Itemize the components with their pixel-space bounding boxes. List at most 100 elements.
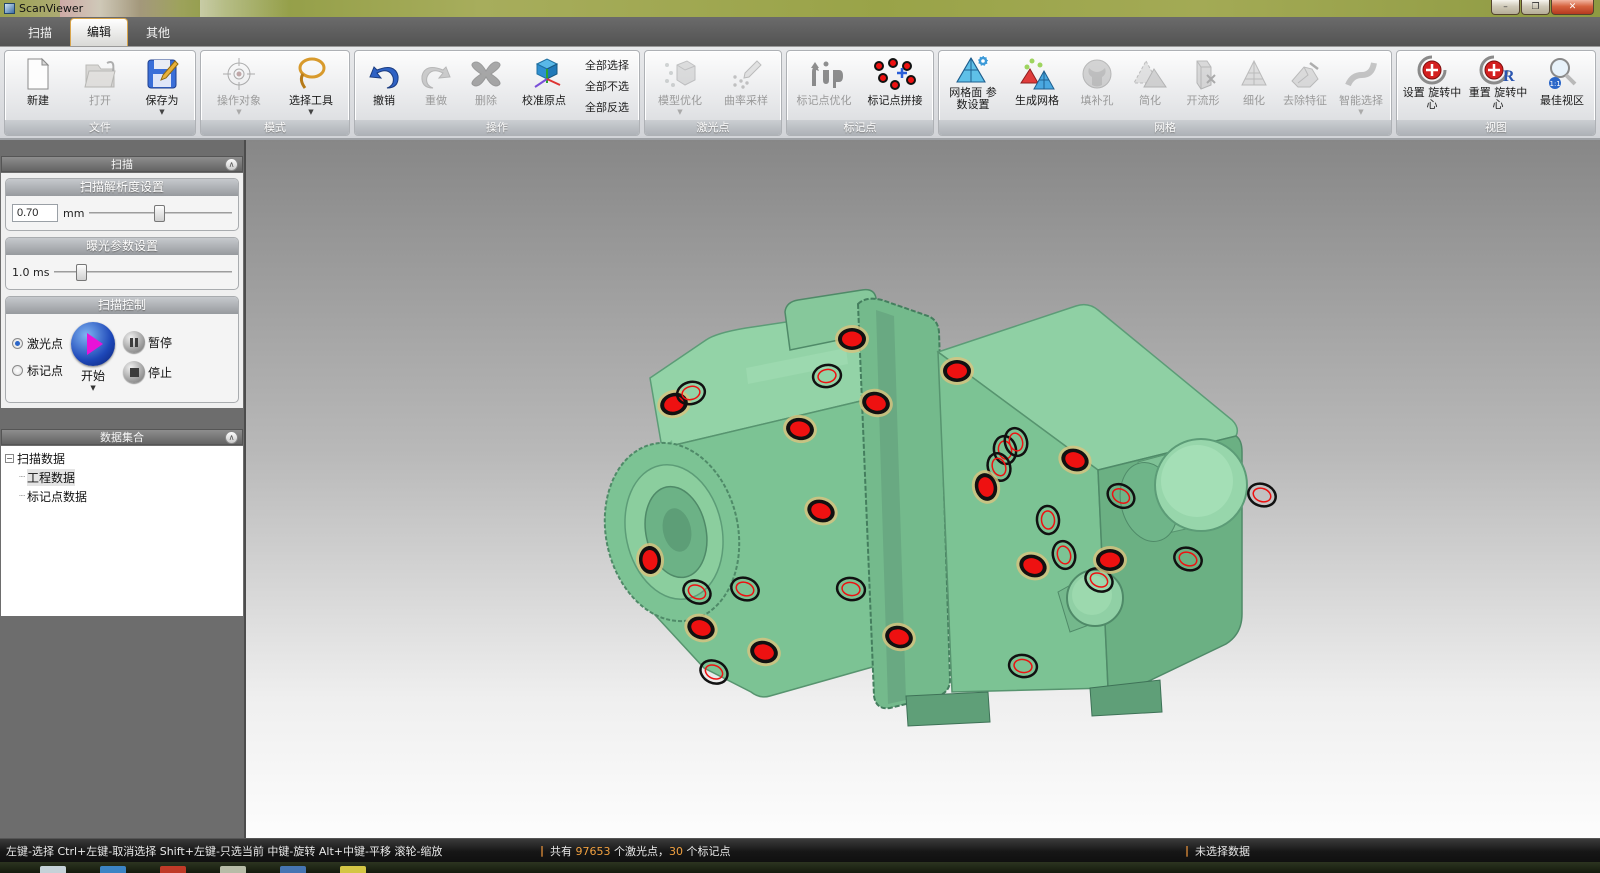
stop-button[interactable]: 停止 <box>123 361 172 383</box>
undo-button[interactable]: 撤销 <box>357 52 411 120</box>
resolution-input[interactable] <box>12 204 58 222</box>
deselect-all-button[interactable]: 全部不选 <box>581 76 633 96</box>
tree-expander-icon[interactable]: − <box>5 454 14 463</box>
marker-count: 30 <box>669 845 683 858</box>
close-button[interactable]: ✕ <box>1551 0 1594 15</box>
tab-other[interactable]: 其他 <box>128 20 188 46</box>
set-rotation-center-button[interactable]: 设置 旋转中心 <box>1399 52 1465 120</box>
pause-button[interactable]: 暂停 <box>123 331 172 353</box>
ribbon-group-mode: 操作对象 ▼ 选择工具 ▼ 模式 <box>200 50 350 136</box>
marker-point-radio[interactable]: 标记点 <box>12 362 63 379</box>
pause-icon <box>123 331 145 353</box>
lasso-icon <box>293 55 329 93</box>
exposure-value: 1.0 ms <box>12 266 49 279</box>
model-optimize-button[interactable]: 模型优化 ▼ <box>647 52 713 120</box>
operate-object-button[interactable]: 操作对象 ▼ <box>203 52 275 120</box>
open-folder-icon <box>83 55 117 93</box>
ribbon-group-label-mesh: 网格 <box>939 120 1391 135</box>
generate-mesh-button[interactable]: 生成网格 <box>1005 52 1069 120</box>
new-button[interactable]: 新建 <box>7 52 69 120</box>
ribbon-group-label-laser-points: 激光点 <box>645 120 781 135</box>
ribbon-tab-bar: 扫描 编辑 其他 <box>0 17 1600 47</box>
ribbon-group-mesh: 网格面 参数设置 生成网格 填补孔 <box>938 50 1392 136</box>
delete-x-icon <box>468 55 504 93</box>
model-optimize-icon <box>661 55 699 93</box>
best-view-magnifier-icon: 1:1 <box>1544 55 1580 93</box>
taskbar-sliver <box>0 862 1600 873</box>
smart-select-dropdown-arrow[interactable]: ▼ <box>1358 108 1363 116</box>
redo-icon <box>418 55 454 93</box>
scan-panel-body: 扫描解析度设置 mm 曝光参数设置 1.0 ms <box>1 173 243 408</box>
mesh-params-icon <box>955 55 991 85</box>
operate-object-dropdown-arrow[interactable]: ▼ <box>236 108 241 116</box>
select-tool-button[interactable]: 选择工具 ▼ <box>275 52 347 120</box>
fill-holes-button[interactable]: 填补孔 <box>1069 52 1125 120</box>
marker-stitch-icon <box>871 55 919 93</box>
marker-point-filled[interactable] <box>835 325 869 353</box>
title-bar: ScanViewer – ❐ ✕ <box>0 0 1600 17</box>
new-file-icon <box>22 55 54 93</box>
play-icon <box>87 333 103 355</box>
start-scan-button[interactable] <box>71 322 115 366</box>
scanned-model-3d <box>246 140 1600 838</box>
marker-point-filled[interactable] <box>1093 546 1127 574</box>
reset-rotation-center-button[interactable]: R 重置 旋转中心 <box>1465 52 1531 120</box>
resolution-title: 扫描解析度设置 <box>6 179 238 196</box>
invert-selection-button[interactable]: 全部反选 <box>581 97 633 117</box>
resolution-slider[interactable] <box>89 204 232 222</box>
tree-node-scan-data[interactable]: − 扫描数据 <box>3 449 241 468</box>
tab-edit[interactable]: 编辑 <box>70 18 128 46</box>
marker-point-ring[interactable] <box>1245 480 1279 510</box>
restore-button[interactable]: ❐ <box>1521 0 1550 15</box>
save-as-dropdown-arrow[interactable]: ▼ <box>159 108 164 116</box>
tab-scan[interactable]: 扫描 <box>10 20 70 46</box>
scan-control-title: 扫描控制 <box>6 297 238 314</box>
marker-stitch-button[interactable]: 标记点拼接 <box>859 52 931 120</box>
taskbar-icon[interactable] <box>220 866 246 873</box>
mesh-params-button[interactable]: 网格面 参数设置 <box>941 52 1005 120</box>
remove-feature-button[interactable]: 去除特征 <box>1277 52 1333 120</box>
exposure-slider[interactable] <box>54 263 232 281</box>
curvature-sample-icon <box>727 55 765 93</box>
taskbar-icon[interactable] <box>160 866 186 873</box>
open-button[interactable]: 打开 <box>69 52 131 120</box>
reset-rotation-center-icon: R <box>1479 55 1517 85</box>
taskbar-icon[interactable] <box>40 866 66 873</box>
calibrate-origin-button[interactable]: 校准原点 <box>511 52 577 120</box>
tree-node-project-data[interactable]: ┈ 工程数据 <box>17 468 241 487</box>
collapse-data-panel-button[interactable]: ∧ <box>225 431 238 444</box>
fill-holes-icon <box>1079 55 1115 93</box>
select-tool-dropdown-arrow[interactable]: ▼ <box>308 108 313 116</box>
minimize-button[interactable]: – <box>1491 0 1520 15</box>
data-tree: − 扫描数据 ┈ 工程数据 ┈ 标记点数据 <box>1 446 243 616</box>
taskbar-icon[interactable] <box>280 866 306 873</box>
status-bar: 左键-选择 Ctrl+左键-取消选择 Shift+左键-只选当前 中键-旋转 A… <box>0 838 1600 862</box>
taskbar-icon[interactable] <box>100 866 126 873</box>
curvature-sample-button[interactable]: 曲率采样 <box>713 52 779 120</box>
undo-icon <box>366 55 402 93</box>
exposure-groupbox: 曝光参数设置 1.0 ms <box>5 237 239 290</box>
marker-point-filled[interactable] <box>940 357 974 385</box>
save-as-button[interactable]: 保存为 ▼ <box>131 52 193 120</box>
redo-button[interactable]: 重做 <box>411 52 461 120</box>
wallpaper-blur <box>200 0 290 17</box>
open-manifold-icon <box>1185 55 1221 93</box>
model-optimize-dropdown-arrow[interactable]: ▼ <box>677 108 682 116</box>
marker-optimize-button[interactable]: 标记点优化 <box>789 52 859 120</box>
laser-point-radio[interactable]: 激光点 <box>12 335 63 352</box>
viewport-3d-canvas[interactable] <box>246 140 1600 838</box>
select-all-button[interactable]: 全部选择 <box>581 55 633 75</box>
best-view-button[interactable]: 1:1 最佳视区 <box>1531 52 1593 120</box>
open-manifold-button[interactable]: 开流形 <box>1175 52 1231 120</box>
taskbar-icon[interactable] <box>340 866 366 873</box>
simplify-button[interactable]: 简化 <box>1125 52 1175 120</box>
ribbon-group-view: 设置 旋转中心 R 重置 旋转中心 1:1 最佳视区 视图 <box>1396 50 1596 136</box>
collapse-scan-panel-button[interactable]: ∧ <box>225 158 238 171</box>
refine-icon <box>1236 55 1272 93</box>
tree-node-marker-data[interactable]: ┈ 标记点数据 <box>17 487 241 506</box>
start-dropdown-arrow[interactable]: ▼ <box>90 384 95 392</box>
application-window: ScanViewer – ❐ ✕ 扫描 编辑 其他 新建 <box>0 0 1600 873</box>
delete-button[interactable]: 删除 <box>461 52 511 120</box>
smart-select-button[interactable]: 智能选择 ▼ <box>1333 52 1389 120</box>
refine-button[interactable]: 细化 <box>1231 52 1277 120</box>
